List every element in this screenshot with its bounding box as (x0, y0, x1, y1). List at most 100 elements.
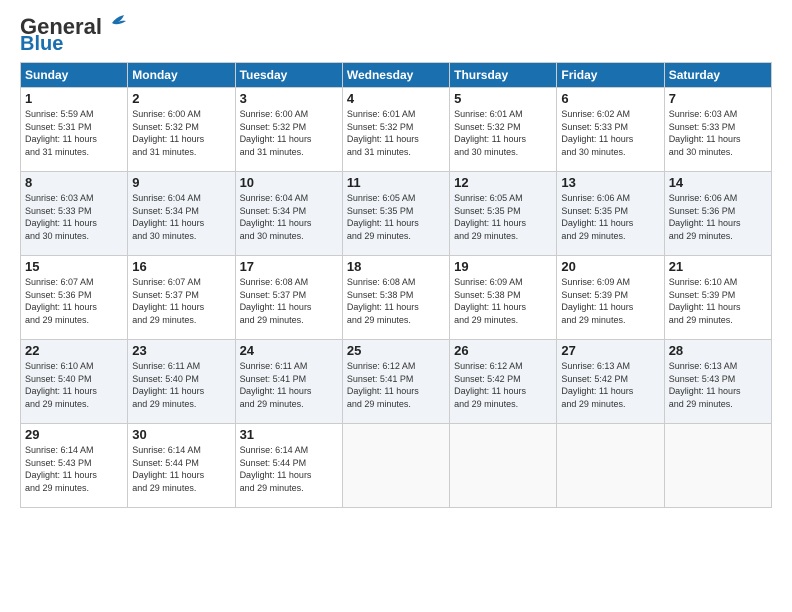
calendar-cell: 20 Sunrise: 6:09 AM Sunset: 5:39 PM Dayli… (557, 256, 664, 340)
calendar-cell: 3 Sunrise: 6:00 AM Sunset: 5:32 PM Daylig… (235, 88, 342, 172)
day-info: Sunrise: 6:12 AM Sunset: 5:41 PM Dayligh… (347, 360, 445, 410)
day-number: 19 (454, 259, 552, 274)
day-number: 10 (240, 175, 338, 190)
day-info: Sunrise: 6:14 AM Sunset: 5:44 PM Dayligh… (132, 444, 230, 494)
day-info: Sunrise: 6:00 AM Sunset: 5:32 PM Dayligh… (132, 108, 230, 158)
day-number: 25 (347, 343, 445, 358)
day-number: 1 (25, 91, 123, 106)
day-info: Sunrise: 6:00 AM Sunset: 5:32 PM Dayligh… (240, 108, 338, 158)
day-info: Sunrise: 6:05 AM Sunset: 5:35 PM Dayligh… (347, 192, 445, 242)
day-info: Sunrise: 6:05 AM Sunset: 5:35 PM Dayligh… (454, 192, 552, 242)
day-number: 9 (132, 175, 230, 190)
day-number: 23 (132, 343, 230, 358)
calendar-cell: 17 Sunrise: 6:08 AM Sunset: 5:37 PM Dayli… (235, 256, 342, 340)
day-number: 18 (347, 259, 445, 274)
calendar-cell: 13 Sunrise: 6:06 AM Sunset: 5:35 PM Dayli… (557, 172, 664, 256)
calendar-cell: 31 Sunrise: 6:14 AM Sunset: 5:44 PM Dayli… (235, 424, 342, 508)
calendar-cell: 1 Sunrise: 5:59 AM Sunset: 5:31 PM Daylig… (21, 88, 128, 172)
day-number: 31 (240, 427, 338, 442)
day-info: Sunrise: 6:09 AM Sunset: 5:38 PM Dayligh… (454, 276, 552, 326)
day-info: Sunrise: 6:09 AM Sunset: 5:39 PM Dayligh… (561, 276, 659, 326)
calendar-cell: 26 Sunrise: 6:12 AM Sunset: 5:42 PM Dayli… (450, 340, 557, 424)
calendar-cell: 24Sunrise: 6:11 AM Sunset: 5:41 PM Dayli… (235, 340, 342, 424)
day-info: Sunrise: 6:04 AM Sunset: 5:34 PM Dayligh… (240, 192, 338, 242)
day-number: 29 (25, 427, 123, 442)
day-number: 4 (347, 91, 445, 106)
calendar-cell: 5 Sunrise: 6:01 AM Sunset: 5:32 PM Daylig… (450, 88, 557, 172)
calendar-cell: 4Sunrise: 6:01 AM Sunset: 5:32 PM Daylig… (342, 88, 449, 172)
weekday-header-monday: Monday (128, 63, 235, 88)
calendar-cell: 2 Sunrise: 6:00 AM Sunset: 5:32 PM Daylig… (128, 88, 235, 172)
day-info: Sunrise: 6:10 AM Sunset: 5:40 PM Dayligh… (25, 360, 123, 410)
day-number: 30 (132, 427, 230, 442)
day-info: Sunrise: 6:06 AM Sunset: 5:35 PM Dayligh… (561, 192, 659, 242)
calendar-cell: 22Sunrise: 6:10 AM Sunset: 5:40 PM Dayli… (21, 340, 128, 424)
day-info: Sunrise: 6:14 AM Sunset: 5:44 PM Dayligh… (240, 444, 338, 494)
day-number: 7 (669, 91, 767, 106)
day-info: Sunrise: 6:14 AM Sunset: 5:43 PM Dayligh… (25, 444, 123, 494)
day-number: 17 (240, 259, 338, 274)
day-info: Sunrise: 6:01 AM Sunset: 5:32 PM Dayligh… (454, 108, 552, 158)
calendar-cell: 21Sunrise: 6:10 AM Sunset: 5:39 PM Dayli… (664, 256, 771, 340)
calendar-cell (664, 424, 771, 508)
calendar-cell: 19 Sunrise: 6:09 AM Sunset: 5:38 PM Dayli… (450, 256, 557, 340)
weekday-header-row: SundayMondayTuesdayWednesdayThursdayFrid… (21, 63, 772, 88)
calendar-week-1: 1 Sunrise: 5:59 AM Sunset: 5:31 PM Daylig… (21, 88, 772, 172)
logo: General Blue (20, 16, 126, 54)
day-number: 26 (454, 343, 552, 358)
day-info: Sunrise: 6:08 AM Sunset: 5:37 PM Dayligh… (240, 276, 338, 326)
calendar-cell (342, 424, 449, 508)
day-number: 21 (669, 259, 767, 274)
calendar-cell: 12 Sunrise: 6:05 AM Sunset: 5:35 PM Dayli… (450, 172, 557, 256)
day-number: 3 (240, 91, 338, 106)
day-info: Sunrise: 6:04 AM Sunset: 5:34 PM Dayligh… (132, 192, 230, 242)
day-info: Sunrise: 6:02 AM Sunset: 5:33 PM Dayligh… (561, 108, 659, 158)
day-number: 5 (454, 91, 552, 106)
calendar-cell: 27 Sunrise: 6:13 AM Sunset: 5:42 PM Dayli… (557, 340, 664, 424)
calendar-cell: 29 Sunrise: 6:14 AM Sunset: 5:43 PM Dayli… (21, 424, 128, 508)
day-info: Sunrise: 6:11 AM Sunset: 5:40 PM Dayligh… (132, 360, 230, 410)
logo-blue: Blue (20, 34, 63, 54)
logo-bird-icon (104, 15, 126, 33)
calendar-cell: 30 Sunrise: 6:14 AM Sunset: 5:44 PM Dayli… (128, 424, 235, 508)
weekday-header-tuesday: Tuesday (235, 63, 342, 88)
day-number: 6 (561, 91, 659, 106)
day-info: Sunrise: 6:03 AM Sunset: 5:33 PM Dayligh… (25, 192, 123, 242)
calendar-cell: 18 Sunrise: 6:08 AM Sunset: 5:38 PM Dayli… (342, 256, 449, 340)
calendar-cell (450, 424, 557, 508)
page: General Blue SundayMondayTuesdayWednesda… (0, 0, 792, 612)
calendar-cell: 23 Sunrise: 6:11 AM Sunset: 5:40 PM Dayli… (128, 340, 235, 424)
day-number: 2 (132, 91, 230, 106)
day-number: 13 (561, 175, 659, 190)
calendar-cell: 25 Sunrise: 6:12 AM Sunset: 5:41 PM Dayli… (342, 340, 449, 424)
calendar-cell: 16 Sunrise: 6:07 AM Sunset: 5:37 PM Dayli… (128, 256, 235, 340)
calendar-week-4: 22Sunrise: 6:10 AM Sunset: 5:40 PM Dayli… (21, 340, 772, 424)
calendar-week-2: 8 Sunrise: 6:03 AM Sunset: 5:33 PM Daylig… (21, 172, 772, 256)
calendar-week-3: 15Sunrise: 6:07 AM Sunset: 5:36 PM Dayli… (21, 256, 772, 340)
day-number: 15 (25, 259, 123, 274)
day-info: Sunrise: 6:13 AM Sunset: 5:42 PM Dayligh… (561, 360, 659, 410)
day-number: 12 (454, 175, 552, 190)
calendar-cell: 11 Sunrise: 6:05 AM Sunset: 5:35 PM Dayli… (342, 172, 449, 256)
day-info: Sunrise: 6:08 AM Sunset: 5:38 PM Dayligh… (347, 276, 445, 326)
weekday-header-wednesday: Wednesday (342, 63, 449, 88)
weekday-header-thursday: Thursday (450, 63, 557, 88)
calendar-cell: 10 Sunrise: 6:04 AM Sunset: 5:34 PM Dayli… (235, 172, 342, 256)
day-info: Sunrise: 5:59 AM Sunset: 5:31 PM Dayligh… (25, 108, 123, 158)
day-number: 27 (561, 343, 659, 358)
weekday-header-sunday: Sunday (21, 63, 128, 88)
day-number: 16 (132, 259, 230, 274)
header: General Blue (20, 16, 772, 54)
calendar-cell: 6 Sunrise: 6:02 AM Sunset: 5:33 PM Daylig… (557, 88, 664, 172)
day-info: Sunrise: 6:11 AM Sunset: 5:41 PM Dayligh… (240, 360, 338, 410)
day-number: 20 (561, 259, 659, 274)
day-info: Sunrise: 6:12 AM Sunset: 5:42 PM Dayligh… (454, 360, 552, 410)
day-info: Sunrise: 6:06 AM Sunset: 5:36 PM Dayligh… (669, 192, 767, 242)
calendar-cell: 15Sunrise: 6:07 AM Sunset: 5:36 PM Dayli… (21, 256, 128, 340)
calendar-cell: 9 Sunrise: 6:04 AM Sunset: 5:34 PM Daylig… (128, 172, 235, 256)
day-number: 8 (25, 175, 123, 190)
day-info: Sunrise: 6:07 AM Sunset: 5:37 PM Dayligh… (132, 276, 230, 326)
calendar-cell: 7 Sunrise: 6:03 AM Sunset: 5:33 PM Daylig… (664, 88, 771, 172)
day-info: Sunrise: 6:03 AM Sunset: 5:33 PM Dayligh… (669, 108, 767, 158)
day-number: 11 (347, 175, 445, 190)
